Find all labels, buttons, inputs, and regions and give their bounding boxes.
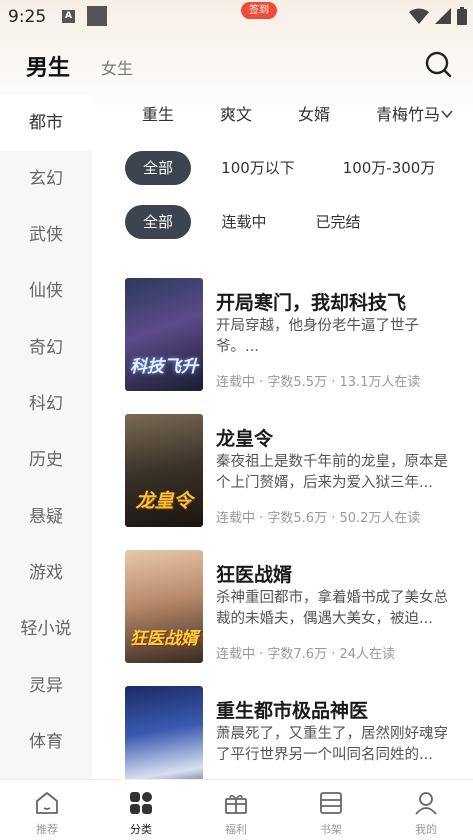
sidebar-item-lishi[interactable]: 历史 (0, 432, 92, 488)
book-description: 开局穿越，他身份老牛逼了世子爷。... (216, 318, 419, 355)
nav-bookshelf[interactable]: 书架 (284, 780, 378, 840)
filter-words-all[interactable]: 全部 (125, 151, 191, 185)
checkin-badge[interactable]: 签到 (241, 2, 277, 19)
book-description: 萧晨死了，又重生了，居然刚好魂穿了平行世界另一个叫同名同姓的... (216, 726, 448, 763)
sidebar-item-qingxiaoshuo[interactable]: 轻小说 (0, 601, 92, 657)
subtab-qingmei[interactable]: 青梅竹马 (376, 101, 440, 125)
sidebar-item-youxi[interactable]: 游戏 (0, 545, 92, 601)
nav-mine[interactable]: 我的 (379, 780, 473, 840)
book-meta: 连载中 · 字数5.6万 · 50.2万人在读 (216, 511, 421, 526)
book-title: 开局寒门，我却科技飞 (216, 292, 407, 314)
filter-words-under-1m[interactable]: 100万以下 (210, 151, 306, 185)
filter-status-all[interactable]: 全部 (125, 205, 191, 239)
cover-title: 狂医战婿 (130, 629, 198, 649)
notification-a-icon: A (62, 10, 75, 23)
book-description: 秦夜祖上是数千年前的龙皇，原本是个上门赘婿，后来为爱入狱三年... (216, 454, 448, 491)
tab-female[interactable]: 女生 (101, 55, 133, 79)
book-item[interactable]: 狂医战婿 狂医战婿 杀神重回都市，拿着婚书成了美女总裁的未婚夫，偶遇大美女，被迫… (125, 550, 465, 665)
filter-status-ongoing[interactable]: 连载中 (212, 205, 276, 239)
chevron-down-icon[interactable] (440, 107, 454, 121)
book-cover: 科技飞升 (125, 278, 203, 391)
notification-square-icon (87, 6, 107, 26)
book-meta: 连载中 · 字数7.6万 · 24人在读 (216, 647, 396, 662)
filter-status-finished[interactable]: 已完结 (306, 205, 370, 239)
book-cover: 龙皇令 (125, 414, 203, 527)
book-meta: 连载中 · 字数5.5万 · 13.1万人在读 (216, 375, 421, 390)
subtab-shuangwen[interactable]: 爽文 (220, 101, 252, 125)
nav-welfare[interactable]: 福利 (189, 780, 283, 840)
battery-icon (457, 7, 467, 25)
book-description: 杀神重回都市，拿着婚书成了美女总裁的未婚夫，偶遇大美女，被迫... (216, 590, 448, 627)
tab-male[interactable]: 男生 (26, 50, 70, 82)
status-bar: 9:25 A (0, 0, 473, 34)
sidebar-item-wuxia[interactable]: 武侠 (0, 207, 92, 263)
bookshelf-icon (320, 792, 342, 814)
sidebar-item-dushi[interactable]: 都市 (0, 95, 92, 151)
nav-label: 我的 (415, 823, 437, 836)
sidebar-item-xianxia[interactable]: 仙侠 (0, 263, 92, 319)
cover-title: 科技飞升 (130, 357, 198, 377)
sidebar-item-qihuan[interactable]: 奇幻 (0, 320, 92, 376)
book-title: 龙皇令 (216, 428, 274, 450)
book-cover: 狂医战婿 (125, 550, 203, 663)
book-title: 重生都市极品神医 (216, 700, 369, 722)
category-grid-icon (130, 792, 152, 814)
gift-icon (225, 794, 247, 814)
nav-label: 福利 (225, 823, 247, 836)
sidebar-item-lingyi[interactable]: 灵异 (0, 658, 92, 714)
subcategory-tabs: 重生 爽文 女婿 青梅竹马 (92, 95, 473, 129)
book-item[interactable]: 科技飞升 开局寒门，我却科技飞 开局穿越，他身份老牛逼了世子爷。... 连载中 … (125, 278, 465, 393)
book-title: 狂医战婿 (216, 564, 293, 586)
subtab-chongsheng[interactable]: 重生 (142, 101, 174, 125)
nav-label: 书架 (320, 823, 342, 836)
signal-icon (435, 8, 451, 24)
nav-category[interactable]: 分类 (94, 780, 188, 840)
nav-label: 分类 (130, 823, 152, 836)
sidebar-item-tiyu[interactable]: 体育 (0, 714, 92, 770)
sidebar-item-kehuan[interactable]: 科幻 (0, 376, 92, 432)
wifi-icon (409, 8, 429, 24)
sidebar-item-xuanyi[interactable]: 悬疑 (0, 489, 92, 545)
sidebar-item-xuanhuan[interactable]: 玄幻 (0, 151, 92, 207)
filter-words-1m-3m[interactable]: 100万-300万 (330, 151, 448, 185)
status-time: 9:25 (8, 7, 47, 27)
book-item[interactable]: 龙皇令 龙皇令 秦夜祖上是数千年前的龙皇，原本是个上门赘婿，后来为爱入狱三年..… (125, 414, 465, 529)
subtab-nvxu[interactable]: 女婿 (298, 101, 330, 125)
category-sidebar: 都市 玄幻 武侠 仙侠 奇幻 科幻 历史 悬疑 游戏 轻小说 灵异 体育 (0, 95, 92, 780)
search-icon[interactable] (424, 50, 452, 78)
cover-title: 龙皇令 (135, 490, 193, 512)
bottom-navigation: 推荐 分类 福利 书架 我的 (0, 779, 473, 840)
nav-label: 推荐 (36, 823, 58, 836)
user-icon (415, 792, 437, 815)
home-icon (36, 792, 58, 814)
nav-recommend[interactable]: 推荐 (0, 780, 94, 840)
